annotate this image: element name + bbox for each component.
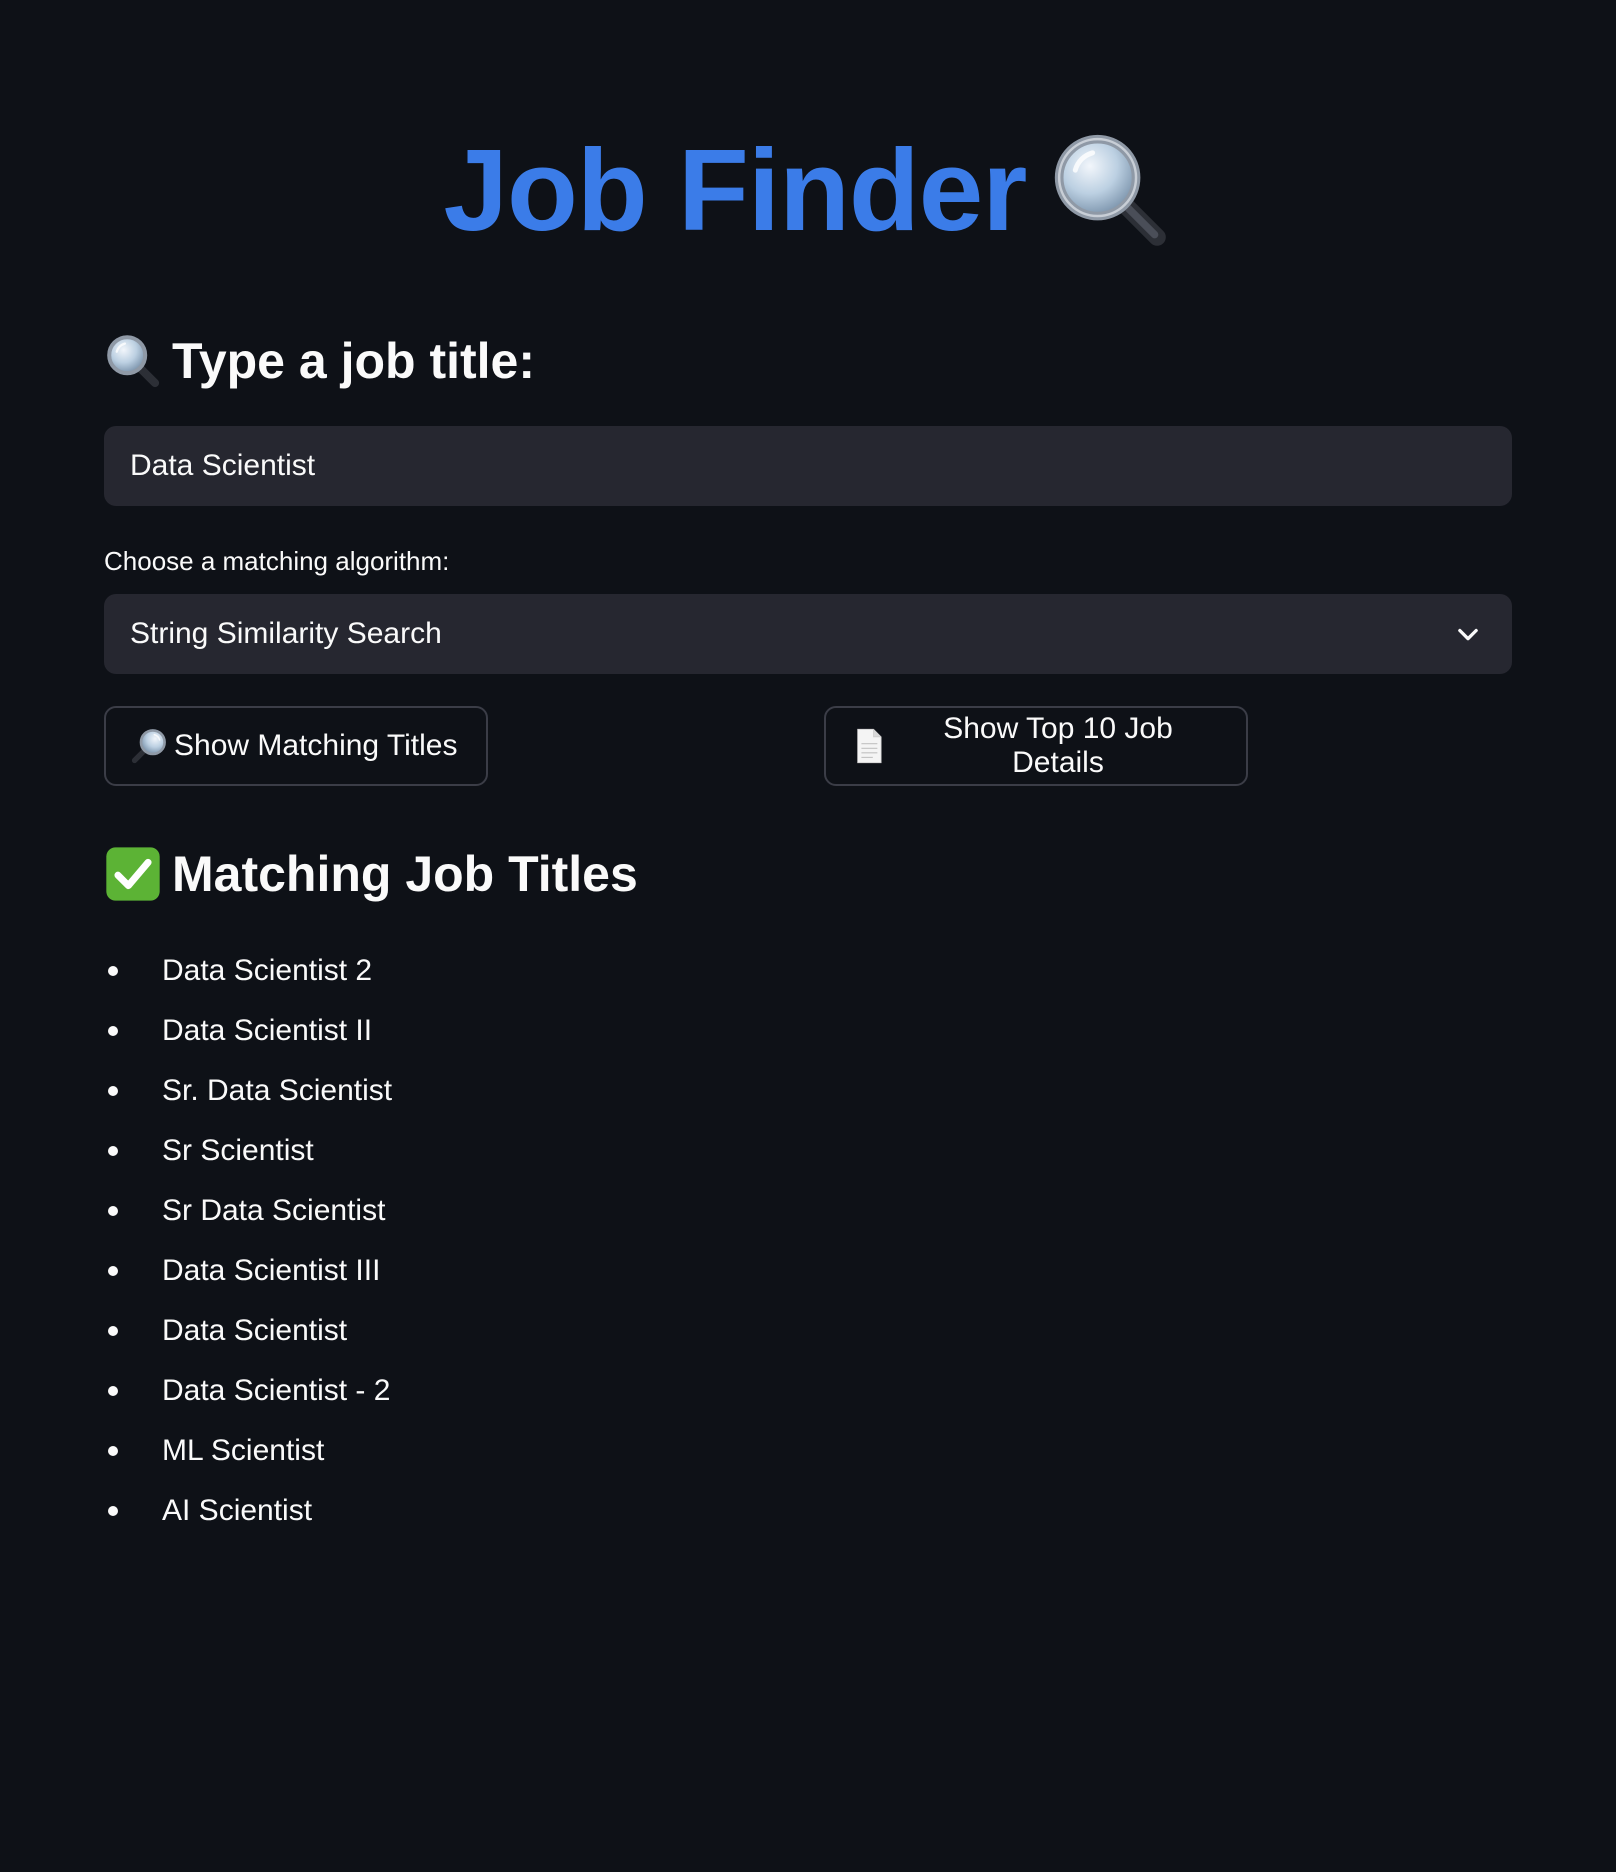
bullet-icon [108,1086,118,1096]
magnifying-glass-icon [104,332,162,390]
list-item-text: ML Scientist [162,1434,325,1467]
list-item-text: AI Scientist [162,1494,313,1527]
job-title-heading: Type a job title: [104,332,535,390]
check-mark-icon [104,845,162,903]
magnifying-glass-icon [1048,128,1172,252]
magnifying-glass-right-icon [130,727,168,765]
list-item-text: Sr Scientist [162,1134,314,1167]
page-title: Job Finder [104,130,1512,250]
matching-titles-heading-text: Matching Job Titles [172,846,638,902]
list-item-text: Data Scientist 2 [162,954,373,987]
page-title-text: Job Finder [443,125,1028,255]
show-job-details-label: Show Top 10 Job Details [943,712,1173,779]
matching-titles-heading: Matching Job Titles [104,845,638,903]
list-item: AI Scientist [104,1466,392,1556]
chevron-down-icon [1454,620,1482,648]
list-item-text: Data Scientist - 2 [162,1374,391,1407]
bullet-icon [108,1386,118,1396]
algorithm-selected-value: String Similarity Search [130,617,442,650]
show-job-details-button[interactable]: Show Top 10 Job Details [824,706,1248,786]
list-item-text: Data Scientist III [162,1254,381,1287]
bullet-icon [108,1146,118,1156]
show-matching-titles-button[interactable]: Show Matching Titles [104,706,488,786]
job-title-heading-text: Type a job title: [172,333,535,389]
document-icon [850,727,888,765]
bullet-icon [108,1506,118,1516]
algorithm-label: Choose a matching algorithm: [104,546,450,576]
list-item-text: Sr Data Scientist [162,1194,386,1227]
bullet-icon [108,1446,118,1456]
bullet-icon [108,1266,118,1276]
bullet-icon [108,966,118,976]
job-title-input[interactable] [104,426,1512,506]
show-matching-titles-label: Show Matching Titles [174,729,458,762]
list-item-text: Sr. Data Scientist [162,1074,393,1107]
list-item-text: Data Scientist [162,1314,348,1347]
list-item-text: Data Scientist II [162,1014,373,1047]
bullet-icon [108,1026,118,1036]
bullet-icon [108,1326,118,1336]
bullet-icon [108,1206,118,1216]
matching-titles-list: Data Scientist 2 Data Scientist II Sr. D… [104,926,392,1556]
algorithm-select[interactable]: String Similarity Search [104,594,1512,674]
